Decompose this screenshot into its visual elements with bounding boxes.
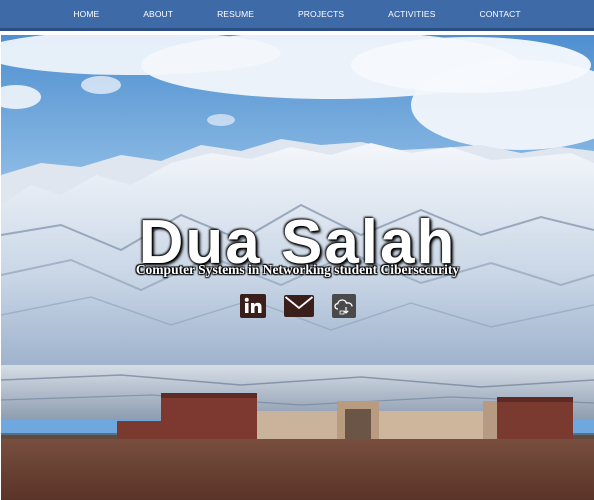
linkedin-icon (239, 294, 266, 318)
cloud-link[interactable] (331, 294, 356, 323)
nav-contact-link[interactable]: CONTACT (479, 10, 520, 19)
top-navigation-bar: HOME ABOUT RESUME PROJECTS ACTIVITIES CO… (0, 0, 594, 31)
email-link[interactable] (283, 295, 314, 322)
nav-resume-link[interactable]: RESUME (217, 10, 254, 19)
nav-activities-link[interactable]: ACTIVITIES (388, 10, 435, 19)
envelope-icon (283, 295, 314, 317)
nav-home-link[interactable]: HOME (73, 10, 99, 19)
social-links (1, 294, 594, 323)
cloud-icon (331, 294, 356, 318)
nav-projects-link[interactable]: PROJECTS (298, 10, 344, 19)
hero-subtitle: Computer Systems in Networking student C… (135, 262, 460, 277)
hero-section: Dua Salah Computer Systems in Networking… (1, 35, 594, 500)
nav-about-link[interactable]: ABOUT (143, 10, 173, 19)
linkedin-link[interactable] (239, 294, 266, 323)
